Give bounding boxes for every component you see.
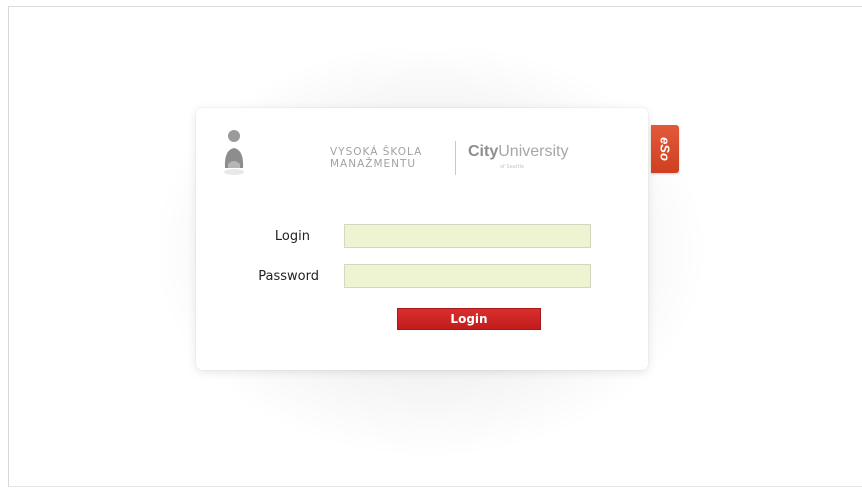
eso-tab-label: eSo xyxy=(657,137,673,161)
login-button[interactable]: Login xyxy=(397,308,541,330)
school-name-line1: VYSOKÁ ŠKOLA xyxy=(330,146,423,158)
user-avatar-icon xyxy=(224,130,244,175)
city-university-bold: City xyxy=(468,143,499,160)
eso-tab[interactable]: eSo xyxy=(651,125,679,173)
password-label: Password xyxy=(258,269,319,284)
school-logo: VYSOKÁ ŠKOLA MANAŽMENTU CityUniversity o… xyxy=(330,140,590,180)
login-input[interactable] xyxy=(344,224,591,248)
city-university-light: University xyxy=(498,143,569,160)
password-input[interactable] xyxy=(344,264,591,288)
logo-divider xyxy=(455,141,456,175)
school-name: VYSOKÁ ŠKOLA MANAŽMENTU xyxy=(330,146,422,170)
city-university-logo: CityUniversity xyxy=(468,143,568,161)
login-label: Login xyxy=(274,229,310,244)
city-university-subtitle: of Seattle xyxy=(500,164,525,170)
school-name-line2: MANAŽMENTU xyxy=(330,158,417,170)
